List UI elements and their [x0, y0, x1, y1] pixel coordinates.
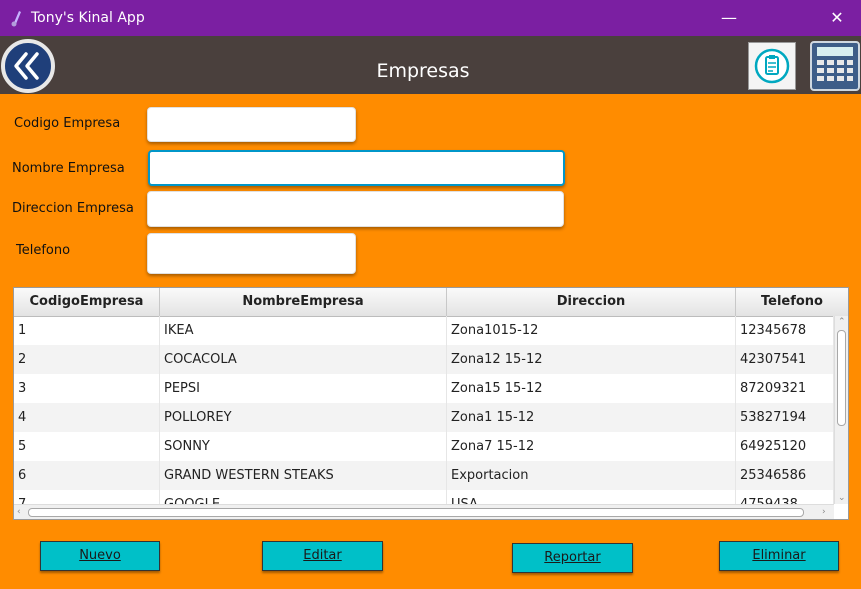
cell-nombre: COCACOLA	[160, 345, 447, 374]
vertical-scroll-thumb[interactable]	[837, 330, 846, 426]
cell-telefono: 87209321	[736, 374, 834, 403]
direccion-empresa-field[interactable]	[147, 191, 564, 227]
cell-direccion: Zona15 15-12	[447, 374, 736, 403]
table-row[interactable]: 6 GRAND WESTERN STEAKS Exportacion 25346586	[14, 461, 834, 490]
column-header-direccion[interactable]: Direccion	[447, 288, 736, 316]
table-header: CodigoEmpresa NombreEmpresa Direccion Te…	[14, 288, 848, 317]
editar-button[interactable]: Editar	[262, 541, 383, 571]
back-button[interactable]	[0, 38, 56, 94]
cell-direccion: Exportacion	[447, 461, 736, 490]
column-header-codigo[interactable]: CodigoEmpresa	[14, 288, 160, 316]
cell-codigo: 4	[14, 403, 160, 432]
cell-codigo: 6	[14, 461, 160, 490]
cell-nombre: GRAND WESTERN STEAKS	[160, 461, 447, 490]
cell-telefono: 42307541	[736, 345, 834, 374]
cell-codigo: 1	[14, 316, 160, 345]
clipboard-icon	[754, 48, 790, 84]
codigo-empresa-field[interactable]	[147, 107, 356, 142]
table-row[interactable]: 4 POLLOREY Zona1 15-12 53827194	[14, 403, 834, 432]
nombre-empresa-label: Nombre Empresa	[12, 161, 125, 176]
table-row[interactable]: 5 SONNY Zona7 15-12 64925120	[14, 432, 834, 461]
horizontal-scrollbar[interactable]: ‹ ›	[14, 504, 834, 519]
cell-direccion: Zona1 15-12	[447, 403, 736, 432]
window-title: Tony's Kinal App	[31, 10, 145, 26]
close-button[interactable]: ✕	[824, 6, 850, 30]
cell-direccion: Zona12 15-12	[447, 345, 736, 374]
telefono-field[interactable]	[147, 233, 356, 274]
cell-telefono: 12345678	[736, 316, 834, 345]
direccion-empresa-label: Direccion Empresa	[12, 201, 134, 216]
telefono-label: Telefono	[16, 243, 71, 258]
table-row[interactable]: 1 IKEA Zona1015-12 12345678	[14, 316, 834, 345]
nombre-empresa-field[interactable]	[148, 150, 565, 186]
report-button[interactable]	[748, 42, 796, 90]
column-header-telefono[interactable]: Telefono	[736, 288, 848, 316]
codigo-empresa-label: Codigo Empresa	[14, 116, 121, 131]
cell-telefono: 64925120	[736, 432, 834, 461]
cell-codigo: 3	[14, 374, 160, 403]
minimize-button[interactable]: —	[716, 6, 742, 30]
reportar-button[interactable]: Reportar	[512, 543, 633, 573]
cell-nombre: IKEA	[160, 316, 447, 345]
app-icon	[11, 11, 21, 27]
cell-direccion: Zona1015-12	[447, 316, 736, 345]
cell-telefono: 25346586	[736, 461, 834, 490]
eliminar-button[interactable]: Eliminar	[719, 541, 839, 571]
table-row[interactable]: 2 COCACOLA Zona12 15-12 42307541	[14, 345, 834, 374]
cell-nombre: SONNY	[160, 432, 447, 461]
cell-nombre: POLLOREY	[160, 403, 447, 432]
cell-codigo: 5	[14, 432, 160, 461]
title-bar: Tony's Kinal App — ✕	[0, 0, 861, 36]
cell-codigo: 2	[14, 345, 160, 374]
cell-nombre: PEPSI	[160, 374, 447, 403]
nuevo-button[interactable]: Nuevo	[40, 541, 160, 571]
header-bar: Empresas	[0, 36, 861, 94]
table-row[interactable]: 3 PEPSI Zona15 15-12 87209321	[14, 374, 834, 403]
column-header-nombre[interactable]: NombreEmpresa	[160, 288, 447, 316]
horizontal-scroll-thumb[interactable]	[28, 508, 804, 517]
calculator-icon[interactable]	[809, 40, 861, 92]
page-title: Empresas	[376, 60, 470, 82]
vertical-scrollbar[interactable]: ⌃ ⌄	[834, 316, 848, 504]
cell-telefono: 53827194	[736, 403, 834, 432]
cell-direccion: Zona7 15-12	[447, 432, 736, 461]
empresas-table[interactable]: CodigoEmpresa NombreEmpresa Direccion Te…	[13, 287, 849, 520]
